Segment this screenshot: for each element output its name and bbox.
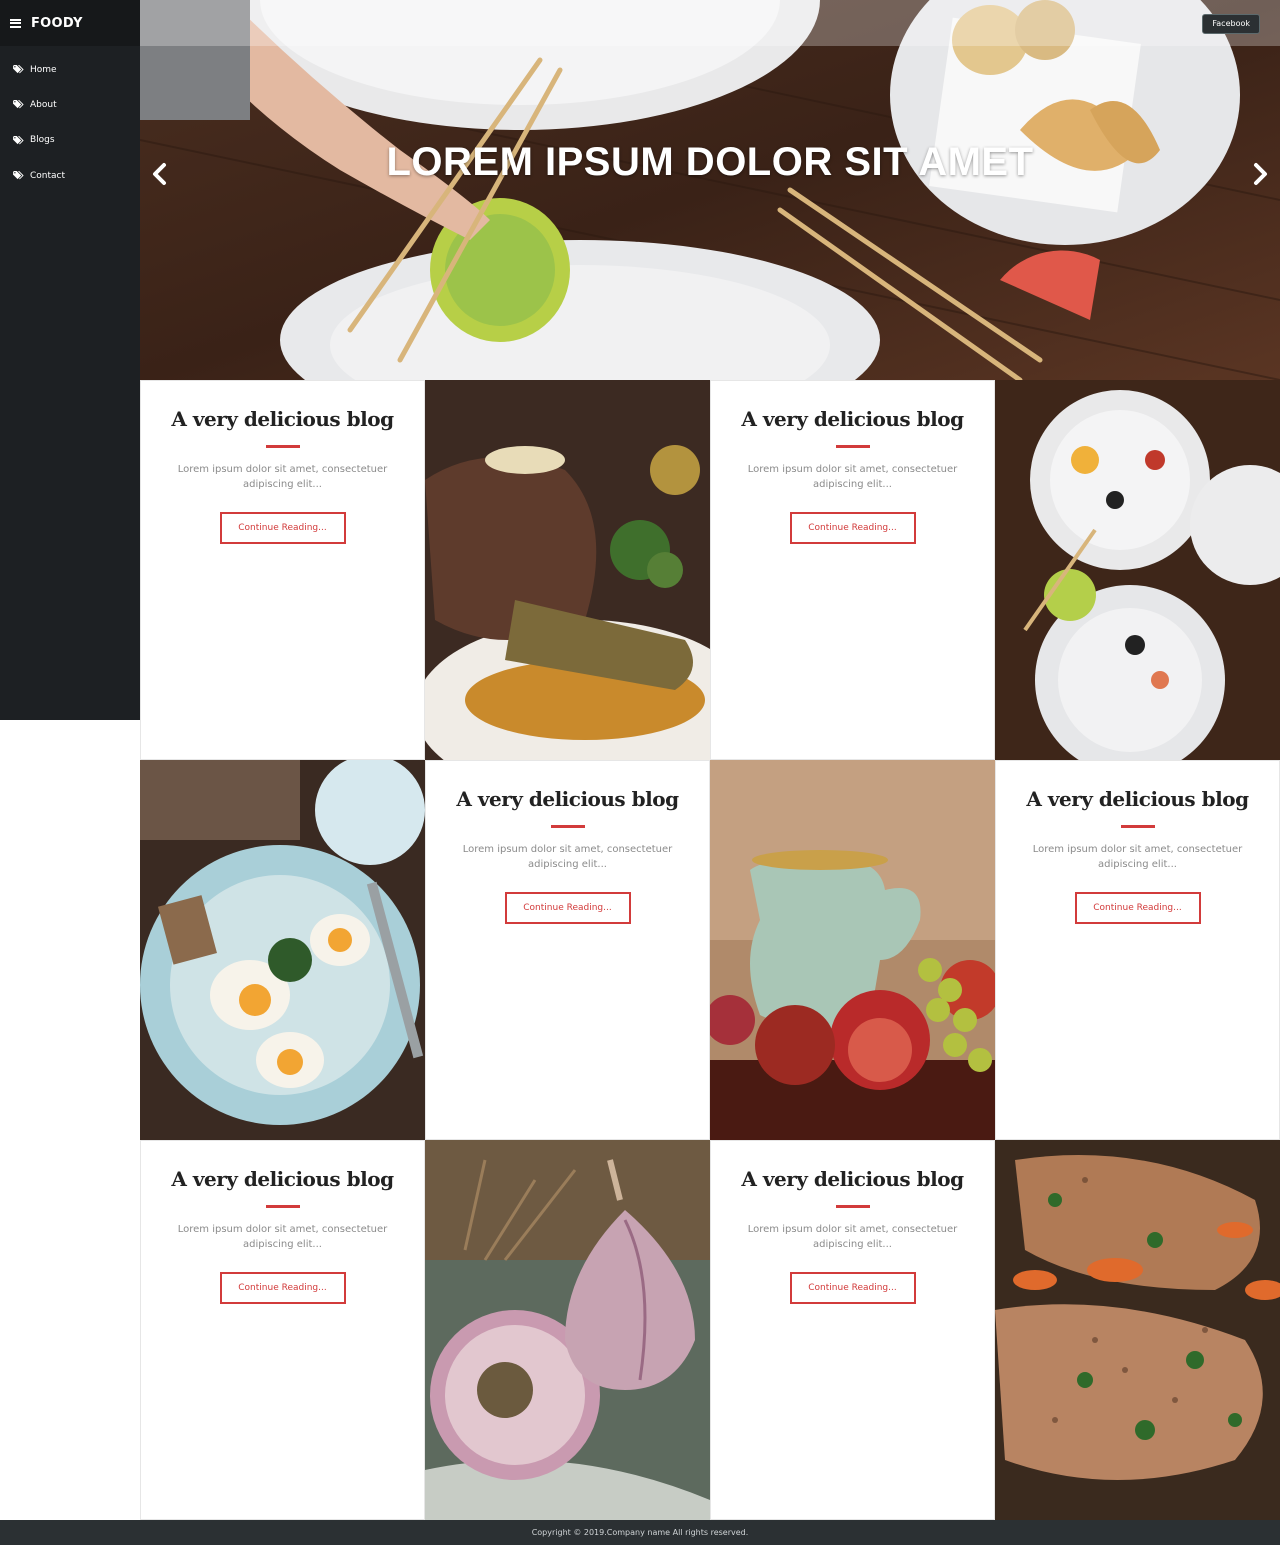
menu-icon[interactable] [10,18,21,28]
sidebar-item-home[interactable]: Home [0,52,140,87]
continue-reading-button[interactable]: Continue Reading... [219,512,346,544]
food-photo-breakfast [140,760,425,1140]
hero-slider: Facebook LOREM IPSUM DOLOR SIT AMET [140,0,1280,380]
sidebar-item-label: Contact [30,170,66,181]
continue-reading-button[interactable]: Continue Reading... [789,512,916,544]
continue-reading-button[interactable]: Continue Reading... [789,1272,916,1304]
card-excerpt: Lorem ipsum dolor sit amet, consectetuer… [177,464,388,490]
tags-icon [13,171,24,180]
food-photo-fruits-jug [710,760,995,1140]
card-excerpt: Lorem ipsum dolor sit amet, consectetuer… [462,844,673,870]
facebook-button[interactable]: Facebook [1202,14,1260,34]
card-divider [265,445,300,448]
sidebar-nav: Home About Blogs Contact [0,46,140,193]
sidebar-item-label: About [30,99,57,110]
blog-card: A very delicious blog Lorem ipsum dolor … [995,760,1280,1140]
card-title[interactable]: A very delicious blog [711,1167,994,1191]
chevron-right-icon[interactable] [1250,162,1270,186]
card-title[interactable]: A very delicious blog [141,407,424,431]
card-excerpt: Lorem ipsum dolor sit amet, consectetuer… [747,464,958,490]
hero-topbar [140,0,1280,46]
sidebar-item-label: Blogs [30,135,55,146]
card-title[interactable]: A very delicious blog [426,787,709,811]
card-divider [1120,825,1155,828]
card-excerpt: Lorem ipsum dolor sit amet, consectetuer… [177,1224,388,1250]
card-title[interactable]: A very delicious blog [996,787,1279,811]
continue-reading-button[interactable]: Continue Reading... [219,1272,346,1304]
card-divider [835,1205,870,1208]
sidebar-item-blogs[interactable]: Blogs [0,123,140,158]
blog-card: A very delicious blog Lorem ipsum dolor … [425,760,710,1140]
food-photo-garlic [425,1140,710,1520]
brand-title[interactable]: FOODY [31,16,83,31]
sidebar: FOODY Home About Blogs Contact [0,0,140,720]
card-divider [550,825,585,828]
sidebar-header: FOODY [0,0,140,46]
blog-card: A very delicious blog Lorem ipsum dolor … [710,1140,995,1520]
card-title[interactable]: A very delicious blog [141,1167,424,1191]
card-excerpt: Lorem ipsum dolor sit amet, consectetuer… [1032,844,1243,870]
hero-image [140,0,1280,380]
sidebar-item-label: Home [30,64,57,75]
card-divider [265,1205,300,1208]
blog-card: A very delicious blog Lorem ipsum dolor … [140,1140,425,1520]
card-title[interactable]: A very delicious blog [711,407,994,431]
tags-icon [13,100,24,109]
card-excerpt: Lorem ipsum dolor sit amet, consectetuer… [747,1224,958,1250]
sidebar-item-contact[interactable]: Contact [0,158,140,193]
footer-copyright: Copyright © 2019.Company name All rights… [0,1520,1280,1545]
food-photo-roast-chicken [995,1140,1280,1520]
continue-reading-button[interactable]: Continue Reading... [1074,892,1201,924]
blog-card: A very delicious blog Lorem ipsum dolor … [140,380,425,760]
continue-reading-button[interactable]: Continue Reading... [504,892,631,924]
blog-card: A very delicious blog Lorem ipsum dolor … [710,380,995,760]
sidebar-item-about[interactable]: About [0,87,140,122]
food-photo-sushi-table [995,380,1280,760]
tags-icon [13,135,24,145]
hero-title: LOREM IPSUM DOLOR SIT AMET [386,140,1034,184]
chevron-left-icon[interactable] [150,162,170,186]
card-divider [835,445,870,448]
food-photo-steak [425,380,710,760]
tags-icon [13,65,24,74]
